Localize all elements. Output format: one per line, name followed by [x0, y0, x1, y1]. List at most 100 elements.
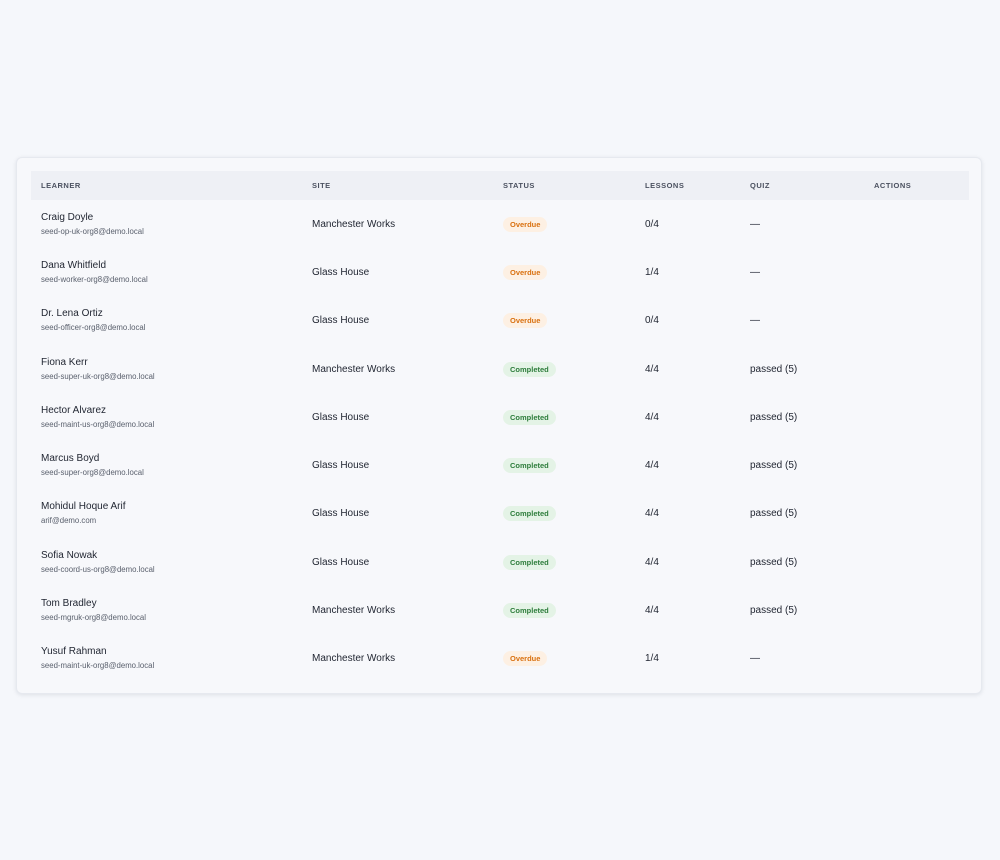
quiz-cell: passed (5) — [750, 460, 798, 472]
learner-cell: Fiona Kerr seed-super-uk-org8@demo.local — [31, 345, 302, 393]
quiz-cell: — — [750, 266, 760, 278]
learner-cell: Yusuf Rahman seed-maint-uk-org8@demo.loca… — [31, 635, 302, 683]
quiz-cell: — — [750, 653, 760, 665]
status-badge: Overdue — [503, 216, 548, 232]
status-badge: Completed — [503, 458, 556, 474]
table-row[interactable]: Dr. Lena Ortiz seed-officer-org8@demo.loc… — [31, 297, 969, 345]
lessons-cell: 4/4 — [645, 556, 659, 568]
site-cell: Glass House — [312, 411, 370, 423]
site-cell: Glass House — [312, 556, 370, 568]
actions-cell — [864, 538, 969, 586]
status-cell: Completed — [493, 441, 635, 489]
lessons-cell: 1/4 — [645, 653, 659, 665]
learner-cell: Mohidul Hoque Arif arif@demo.com — [31, 490, 302, 538]
status-badge: Overdue — [503, 313, 548, 329]
status-cell: Completed — [493, 345, 635, 393]
actions-cell — [864, 441, 969, 489]
actions-cell — [864, 200, 969, 248]
learner-cell: Dr. Lena Ortiz seed-officer-org8@demo.loc… — [31, 297, 302, 345]
learner-name: Craig Doyle — [41, 211, 94, 223]
site-cell: Manchester Works — [312, 363, 396, 375]
table-row[interactable]: Yusuf Rahman seed-maint-uk-org8@demo.loca… — [31, 635, 969, 683]
learner-name: Fiona Kerr — [41, 356, 88, 368]
table-row[interactable]: Marcus Boyd seed-super-org8@demo.local Gla… — [31, 441, 969, 489]
learner-email: seed-officer-org8@demo.local — [41, 323, 146, 333]
column-header-learner[interactable]: LEARNER — [31, 171, 302, 200]
status-cell: Overdue — [493, 297, 635, 345]
status-cell: Completed — [493, 490, 635, 538]
status-badge: Completed — [503, 409, 556, 425]
learner-cell: Marcus Boyd seed-super-org8@demo.local — [31, 441, 302, 489]
lessons-cell: 0/4 — [645, 315, 659, 327]
lessons-cell: 4/4 — [645, 508, 659, 520]
site-cell: Glass House — [312, 266, 370, 278]
actions-cell — [864, 586, 969, 634]
lessons-cell: 1/4 — [645, 266, 659, 278]
actions-cell — [864, 248, 969, 296]
actions-cell — [864, 345, 969, 393]
table-row[interactable]: Hector Alvarez seed-maint-us-org8@demo.lo… — [31, 393, 969, 441]
actions-cell — [864, 297, 969, 345]
status-cell: Completed — [493, 586, 635, 634]
learner-name: Sofia Nowak — [41, 549, 98, 561]
learner-name: Mohidul Hoque Arif — [41, 501, 126, 513]
status-cell: Overdue — [493, 200, 635, 248]
column-header-status[interactable]: STATUS — [493, 171, 635, 200]
status-badge: Overdue — [503, 264, 548, 280]
learner-email: seed-super-org8@demo.local — [41, 468, 144, 478]
site-cell: Manchester Works — [312, 218, 396, 230]
column-header-actions: ACTIONS — [874, 181, 912, 190]
learner-email: seed-op-uk-org8@demo.local — [41, 226, 144, 236]
table-row[interactable]: Tom Bradley seed-mgruk-org8@demo.local Man… — [31, 586, 969, 634]
quiz-cell: — — [750, 315, 760, 327]
status-cell: Completed — [493, 538, 635, 586]
table-header-row: LEARNER SITE STATUS LESSONS QUIZ ACTIONS — [31, 171, 969, 200]
quiz-cell: — — [750, 218, 760, 230]
lessons-cell: 4/4 — [645, 363, 659, 375]
status-badge: Overdue — [503, 651, 548, 667]
site-cell: Glass House — [312, 315, 370, 327]
table-row[interactable]: Mohidul Hoque Arif arif@demo.com Glass Hou… — [31, 490, 969, 538]
learner-cell: Hector Alvarez seed-maint-us-org8@demo.lo… — [31, 393, 302, 441]
lessons-cell: 4/4 — [645, 605, 659, 617]
learner-cell: Sofia Nowak seed-coord-us-org8@demo.local — [31, 538, 302, 586]
column-header-site[interactable]: SITE — [302, 171, 493, 200]
table-row[interactable]: Dana Whitfield seed-worker-org8@demo.loca… — [31, 248, 969, 296]
quiz-cell: passed (5) — [750, 411, 798, 423]
actions-cell — [864, 635, 969, 683]
actions-cell — [864, 490, 969, 538]
table-row[interactable]: Craig Doyle seed-op-uk-org8@demo.local Man… — [31, 200, 969, 248]
status-badge: Completed — [503, 603, 556, 619]
learner-cell: Tom Bradley seed-mgruk-org8@demo.local — [31, 586, 302, 634]
column-header-quiz[interactable]: QUIZ — [740, 171, 864, 200]
learner-name: Dr. Lena Ortiz — [41, 308, 103, 320]
learner-name: Dana Whitfield — [41, 259, 107, 271]
site-cell: Glass House — [312, 508, 370, 520]
status-cell: Overdue — [493, 635, 635, 683]
learner-name: Yusuf Rahman — [41, 646, 107, 658]
site-cell: Glass House — [312, 460, 370, 472]
quiz-cell: passed (5) — [750, 508, 798, 520]
status-badge: Completed — [503, 554, 556, 570]
lessons-cell: 4/4 — [645, 411, 659, 423]
learner-email: seed-mgruk-org8@demo.local — [41, 613, 146, 623]
site-cell: Manchester Works — [312, 605, 396, 617]
status-badge: Completed — [503, 506, 556, 522]
learners-card: LEARNER SITE STATUS LESSONS QUIZ ACTIONS… — [16, 157, 982, 694]
actions-cell — [864, 393, 969, 441]
lessons-cell: 4/4 — [645, 460, 659, 472]
learner-email: seed-super-uk-org8@demo.local — [41, 371, 155, 381]
learner-email: seed-maint-us-org8@demo.local — [41, 419, 155, 429]
table-row[interactable]: Sofia Nowak seed-coord-us-org8@demo.local… — [31, 538, 969, 586]
learner-email: seed-coord-us-org8@demo.local — [41, 564, 155, 574]
quiz-cell: passed (5) — [750, 556, 798, 568]
learners-table: LEARNER SITE STATUS LESSONS QUIZ ACTIONS… — [31, 171, 969, 683]
learner-cell: Craig Doyle seed-op-uk-org8@demo.local — [31, 200, 302, 248]
learner-email: seed-maint-uk-org8@demo.local — [41, 661, 155, 671]
lessons-cell: 0/4 — [645, 218, 659, 230]
site-cell: Manchester Works — [312, 653, 396, 665]
learner-name: Marcus Boyd — [41, 453, 100, 465]
column-header-lessons[interactable]: LESSONS — [635, 171, 740, 200]
learner-email: arif@demo.com — [41, 516, 97, 526]
table-row[interactable]: Fiona Kerr seed-super-uk-org8@demo.local M… — [31, 345, 969, 393]
